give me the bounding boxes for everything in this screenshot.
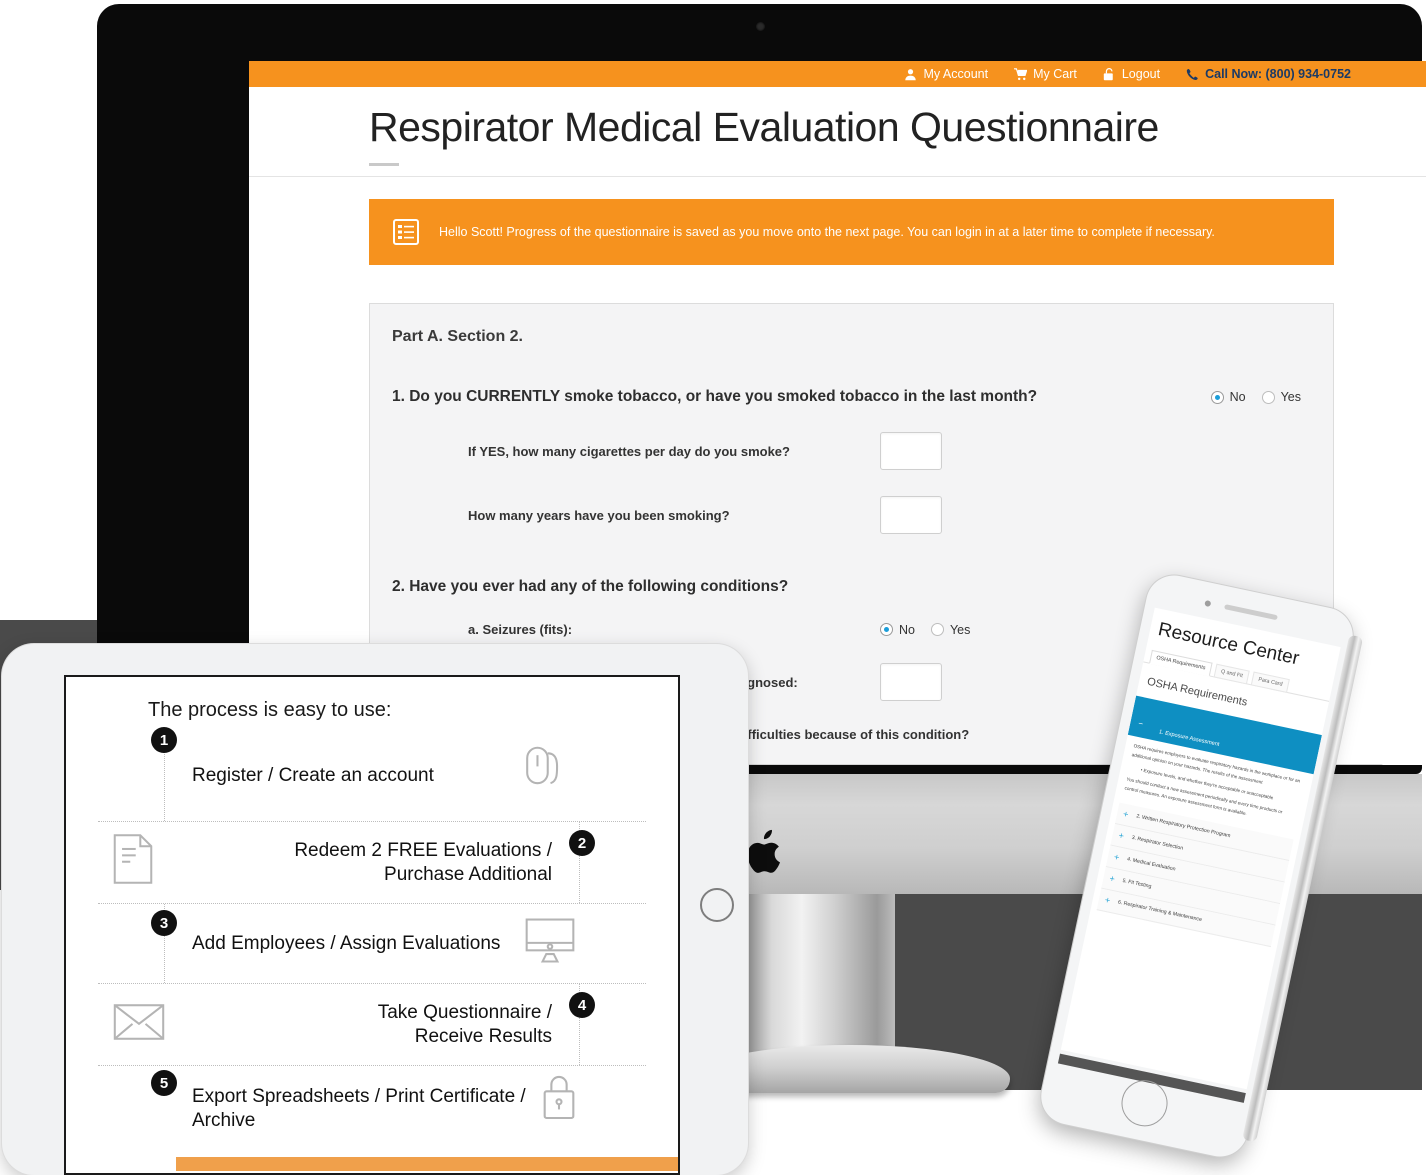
question-1-sub-1-label: If YES, how many cigarettes per day do y… xyxy=(468,443,790,459)
step-2-text: Redeem 2 FREE Evaluations / Purchase Add… xyxy=(294,839,552,885)
question-2a-radio-yes-label: Yes xyxy=(949,622,971,637)
question-2a-radio-yes[interactable] xyxy=(930,623,944,636)
question-2a-label: a. Seizures (fits): xyxy=(468,622,573,637)
step-3-text: Add Employees / Assign Evaluations xyxy=(192,932,501,954)
question-1-radio-no-label: No xyxy=(1229,390,1246,404)
imac-camera-icon xyxy=(755,22,765,31)
tab-osha-requirements-label: OSHA Requirements xyxy=(1155,655,1206,672)
plus-icon: + xyxy=(1103,894,1112,906)
question-2a-radio-group[interactable]: No Yes xyxy=(880,623,980,637)
question-1-sub-1-row: If YES, how many cigarettes per day do y… xyxy=(392,432,1311,470)
screenshot-stage: My Account My Cart Logout Call Now: (800… xyxy=(0,0,1426,1175)
lock-icon xyxy=(538,1072,580,1127)
question-2a-radio-no-label: No xyxy=(899,622,915,637)
document-icon xyxy=(112,832,154,891)
step-4-badge: 4 xyxy=(569,992,595,1018)
step-5-badge: 5 xyxy=(151,1070,177,1096)
process-step-5: 5 Export Spreadsheets / Print Certificat… xyxy=(98,1066,646,1152)
ipad-home-button[interactable] xyxy=(700,888,734,922)
ipad-screen: The process is easy to use: 1 Register /… xyxy=(64,675,680,1175)
step-2-badge: 2 xyxy=(569,830,595,856)
plus-icon: + xyxy=(1113,851,1121,863)
question-2-text: 2. Have you ever had any of the followin… xyxy=(392,578,789,595)
accordion-item-5-label: 5. Fit Testing xyxy=(1121,878,1152,891)
year-diagnosed-input[interactable] xyxy=(880,663,942,701)
accordion-item-4-label: 4. Medical Evaluation xyxy=(1126,856,1176,873)
topbar-logout-label: Logout xyxy=(1121,67,1161,81)
logout-icon xyxy=(1103,67,1116,81)
step-3-badge: 3 xyxy=(151,910,177,936)
question-2a-radio-no[interactable] xyxy=(880,623,893,636)
question-1-text: 1. Do you CURRENTLY smoke tobacco, or ha… xyxy=(392,388,1038,405)
process-step-4: 4 Take Questionnaire / Receive Results xyxy=(98,984,646,1066)
ipad-device: The process is easy to use: 1 Register /… xyxy=(2,644,748,1175)
question-1-sub-2-row: How many years have you been smoking? xyxy=(392,496,1311,534)
process-step-3: 3 Add Employees / Assign Evaluations xyxy=(98,904,646,984)
user-icon xyxy=(904,68,917,81)
notice-banner: Hello Scott! Progress of the questionnai… xyxy=(369,199,1334,265)
question-1-sub-2-label: How many years have you been smoking? xyxy=(468,507,730,523)
topbar-my-cart-label: My Cart xyxy=(1033,67,1077,81)
apple-logo-icon xyxy=(745,828,787,878)
process-heading: The process is easy to use: xyxy=(148,699,392,721)
step-1-badge: 1 xyxy=(151,727,177,753)
question-1-radio-yes-label: Yes xyxy=(1280,390,1301,404)
question-1-radio-yes[interactable] xyxy=(1261,390,1275,404)
step-4-text: Take Questionnaire / Receive Results xyxy=(377,1001,552,1047)
process-steps-list: 1 Register / Create an account 2 Redeem … xyxy=(66,727,678,1152)
site-topbar: My Account My Cart Logout Call Now: (800… xyxy=(249,61,1426,87)
ipad-orange-footer-bar xyxy=(176,1157,678,1171)
monitor-icon xyxy=(522,916,578,971)
plus-icon: + xyxy=(1108,873,1116,884)
process-step-1: 1 Register / Create an account xyxy=(98,727,646,822)
envelope-icon xyxy=(112,1002,166,1047)
list-document-icon xyxy=(391,217,421,247)
phone-icon xyxy=(1186,68,1199,81)
page-title: Respirator Medical Evaluation Questionna… xyxy=(369,104,1159,150)
notice-text: Hello Scott! Progress of the questionnai… xyxy=(439,224,1215,239)
page-header: Respirator Medical Evaluation Questionna… xyxy=(249,87,1426,177)
accordion-item-3-label: 3. Respirator Selection xyxy=(1130,835,1184,853)
exposure-assessment-label: 1. Exposure Assessment xyxy=(1158,729,1220,748)
plus-icon: + xyxy=(1122,808,1130,820)
tab-osha-requirements[interactable]: OSHA Requirements xyxy=(1149,649,1213,677)
topbar-logout[interactable]: Logout xyxy=(1103,67,1160,81)
cigarettes-per-day-input[interactable] xyxy=(880,432,942,470)
step-1-text: Register / Create an account xyxy=(192,764,434,786)
years-smoking-input[interactable] xyxy=(880,496,942,534)
plus-icon: + xyxy=(1117,830,1125,841)
step-5-text: Export Spreadsheets / Print Certificate … xyxy=(192,1086,526,1131)
minus-icon: − xyxy=(1137,718,1144,729)
question-1-radio-group[interactable]: No Yes xyxy=(1210,390,1311,404)
tab-para-card-label: Para Card xyxy=(1257,676,1283,688)
cart-icon xyxy=(1014,67,1028,81)
topbar-call-now-label: Call Now: (800) 934-0752 xyxy=(1205,67,1351,81)
topbar-my-account[interactable]: My Account xyxy=(904,67,988,81)
title-underline xyxy=(369,163,399,167)
tab-q-and-fit-label: Q and Fit xyxy=(1220,668,1244,680)
question-1-row: 1. Do you CURRENTLY smoke tobacco, or ha… xyxy=(392,388,1311,406)
process-step-2: 2 Redeem 2 FREE Evaluations / Purchase A… xyxy=(98,822,646,904)
topbar-my-account-label: My Account xyxy=(923,67,989,81)
tab-para-card[interactable]: Para Card xyxy=(1250,671,1290,693)
section-header: Part A. Section 2. xyxy=(392,328,523,345)
topbar-call-now[interactable]: Call Now: (800) 934-0752 xyxy=(1186,67,1351,81)
mouse-icon xyxy=(516,744,572,805)
question-1-radio-no[interactable] xyxy=(1210,390,1224,404)
topbar-my-cart[interactable]: My Cart xyxy=(1014,67,1077,81)
tab-q-and-fit[interactable]: Q and Fit xyxy=(1213,663,1250,685)
osha-accordion-list: + 2. Written Respiratory Protection Prog… xyxy=(1096,802,1294,947)
